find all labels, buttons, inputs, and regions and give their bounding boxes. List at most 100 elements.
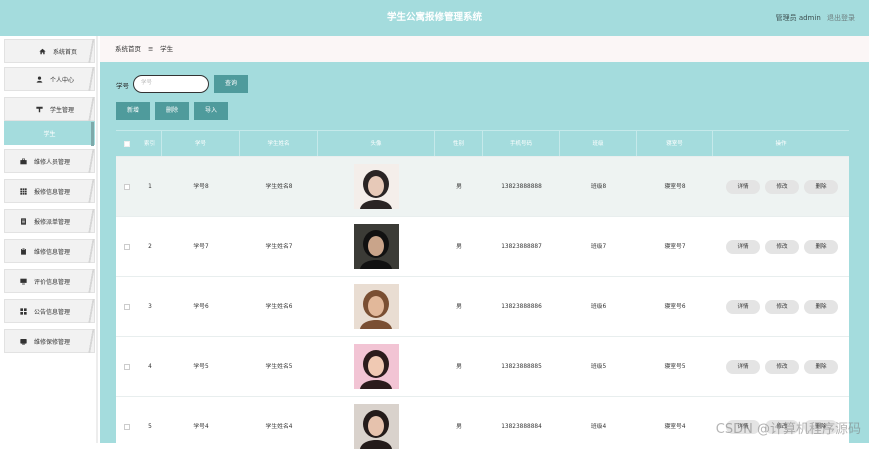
add-button[interactable]: 新增 [116,102,150,120]
edit-button[interactable]: 修改 [765,360,799,374]
cell-phone: 13823888888 [483,157,560,217]
delete-button[interactable]: 删除 [804,180,838,194]
row-checkbox[interactable] [124,184,130,190]
sidebar-item-warranty[interactable]: 维修保修管理 [4,329,95,353]
clipboard-icon [15,248,31,255]
avatar [354,404,399,449]
logout-link[interactable]: 退出登录 [827,14,855,22]
card-icon [15,338,31,345]
sidebar-item-label: 维修人员管理 [34,157,70,166]
sidebar-item-repair-info[interactable]: 报修信息管理 [4,179,95,203]
cell-student-id: 学号8 [162,157,240,217]
select-all-checkbox[interactable] [124,141,130,147]
delete-button[interactable]: 删除 [804,300,838,314]
sidebar-item-home[interactable]: 系统首页 [4,39,95,63]
column-header[interactable]: 操作 [713,131,849,157]
detail-button[interactable]: 详情 [726,180,760,194]
admin-label: 管理员 admin [776,14,821,22]
cell-gender: 男 [435,157,483,217]
briefcase-icon [15,158,31,165]
column-header[interactable]: 学生姓名 [240,131,318,157]
cell-gender: 男 [435,217,483,277]
home-icon [34,48,50,55]
edit-button[interactable]: 修改 [765,300,799,314]
sidebar-item-label: 学生管理 [50,105,74,114]
user-icon [31,76,47,83]
apps-icon [15,308,31,315]
avatar [354,344,399,389]
cell-dorm: 寝室号6 [637,277,713,337]
table-row: 2学号7学生姓名7男13823888887班级7寝室号7详情修改删除 [116,216,849,276]
cell-class: 班级8 [560,157,637,217]
cell-phone: 13823888886 [483,277,560,337]
cell-phone: 13823888887 [483,217,560,277]
column-header[interactable]: 手机号码 [483,131,560,157]
detail-button[interactable]: 详情 [726,360,760,374]
cell-index: 5 [138,397,162,457]
cell-phone: 13823888885 [483,337,560,397]
delete-button[interactable]: 删除 [155,102,189,120]
cell-dorm: 寝室号7 [637,217,713,277]
column-header[interactable]: 学号 [162,131,240,157]
column-header[interactable]: 班级 [560,131,637,157]
sidebar-item-repairman[interactable]: 维修人员管理 [4,149,95,173]
cell-index: 1 [138,157,162,217]
cell-name: 学生姓名4 [240,397,318,457]
table-header: 索引 学号 学生姓名 头像 性别 手机号码 班级 寝室号 操作 [116,130,849,156]
cell-student-id: 学号5 [162,337,240,397]
monitor-icon [15,278,31,285]
sidebar-item-notice[interactable]: 公告信息管理 [4,299,95,323]
cell-student-id: 学号4 [162,397,240,457]
admin-area: 管理员 admin 退出登录 [776,0,855,36]
cell-class: 班级4 [560,397,637,457]
document-icon [15,218,31,225]
app-title: 学生公寓报修管理系统 [0,0,869,36]
sidebar-item-label: 维修信息管理 [34,247,70,256]
row-checkbox[interactable] [124,424,130,430]
sidebar: 系统首页 个人中心 学生管理 学生 维修人员管理 报修信息管理 报修派单管理 维… [0,36,98,443]
detail-button[interactable]: 详情 [726,240,760,254]
column-header[interactable]: 头像 [318,131,435,157]
column-header[interactable]: 索引 [138,131,162,157]
cell-class: 班级6 [560,277,637,337]
delete-button[interactable]: 删除 [804,360,838,374]
sidebar-item-review[interactable]: 评价信息管理 [4,269,95,293]
sidebar-item-label: 学生 [43,129,55,138]
sidebar-item-student-mgmt[interactable]: 学生管理 [4,97,95,121]
row-checkbox[interactable] [124,304,130,310]
search-input[interactable]: 学号 [133,75,209,93]
column-header[interactable]: 性别 [435,131,483,157]
breadcrumb-current: 学生 [160,45,173,53]
edit-button[interactable]: 修改 [765,180,799,194]
row-checkbox[interactable] [124,364,130,370]
breadcrumb-separator-icon: ☰ [148,47,153,53]
cell-index: 3 [138,277,162,337]
sidebar-item-dispatch[interactable]: 报修派单管理 [4,209,95,233]
cell-dorm: 寝室号4 [637,397,713,457]
search-button[interactable]: 查询 [214,75,248,93]
edit-button[interactable]: 修改 [765,240,799,254]
detail-button[interactable]: 详情 [726,300,760,314]
table-row: 4学号5学生姓名5男13823888885班级5寝室号5详情修改删除 [116,336,849,396]
breadcrumb-home[interactable]: 系统首页 [115,45,141,53]
cell-class: 班级7 [560,217,637,277]
top-bar: 学生公寓报修管理系统 管理员 admin 退出登录 [0,0,869,36]
sidebar-item-maintenance[interactable]: 维修信息管理 [4,239,95,263]
table-row: 1学号8学生姓名8男13823888888班级8寝室号8详情修改删除 [116,156,849,216]
cell-name: 学生姓名6 [240,277,318,337]
column-header[interactable]: 寝室号 [637,131,713,157]
cell-gender: 男 [435,277,483,337]
table-row: 3学号6学生姓名6男13823888886班级6寝室号6详情修改删除 [116,276,849,336]
sidebar-item-profile[interactable]: 个人中心 [4,67,95,91]
import-button[interactable]: 导入 [194,102,228,120]
row-checkbox[interactable] [124,244,130,250]
grid-icon [15,188,31,195]
cell-phone: 13823888884 [483,397,560,457]
sidebar-item-student[interactable]: 学生 [4,121,95,145]
cell-index: 4 [138,337,162,397]
sidebar-item-label: 评价信息管理 [34,277,70,286]
main-panel: 学号 学号 查询 新增 删除 导入 索引 学号 学生姓名 头像 性别 手机号码 … [100,62,869,443]
cell-name: 学生姓名8 [240,157,318,217]
cell-dorm: 寝室号5 [637,337,713,397]
delete-button[interactable]: 删除 [804,240,838,254]
